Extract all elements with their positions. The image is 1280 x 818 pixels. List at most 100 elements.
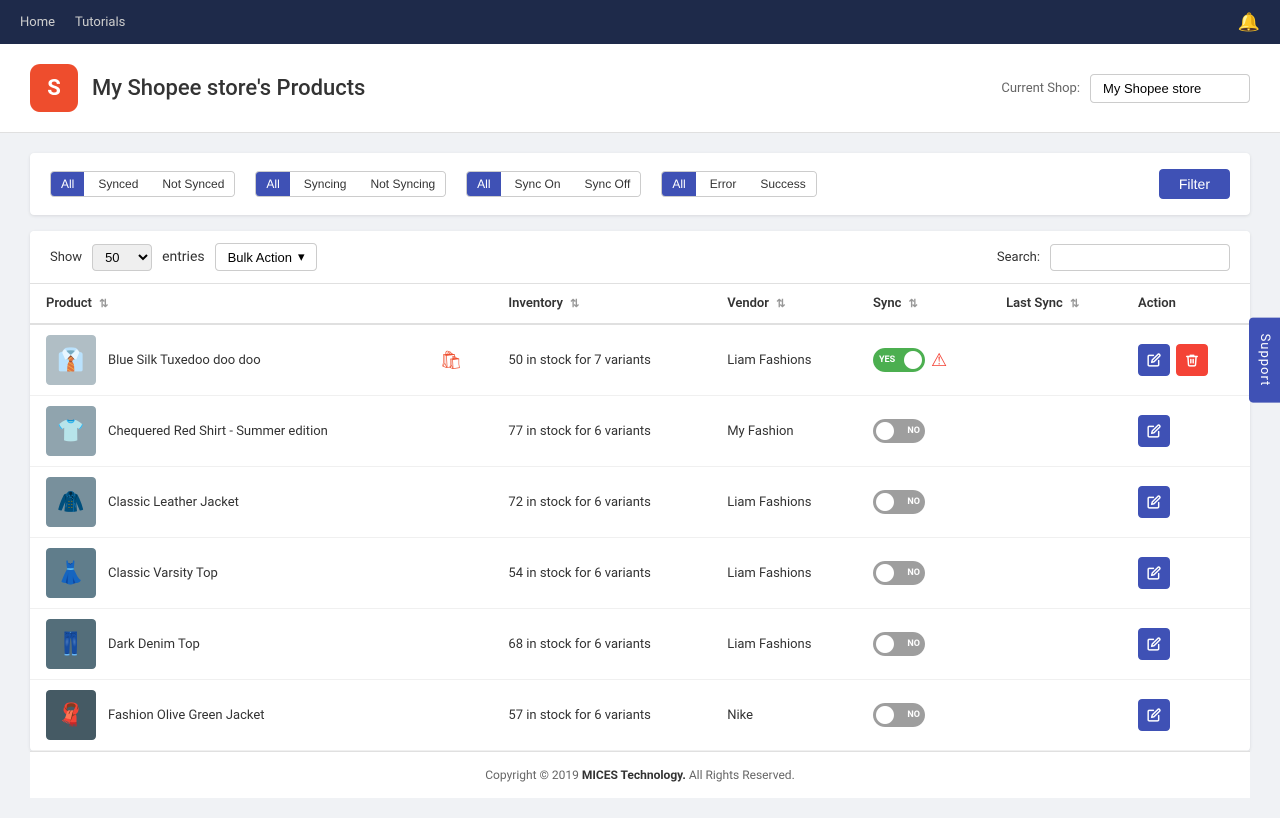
shopee-icon-cell xyxy=(424,680,493,751)
edit-button[interactable] xyxy=(1138,699,1170,731)
bell-icon[interactable]: 🔔 xyxy=(1238,12,1260,33)
delete-button[interactable] xyxy=(1176,344,1208,376)
filter-button[interactable]: Filter xyxy=(1159,169,1230,199)
current-shop-input[interactable] xyxy=(1090,74,1250,103)
action-cell xyxy=(1122,609,1250,680)
support-tab[interactable]: Support xyxy=(1249,318,1280,403)
vendor-cell: Liam Fashions xyxy=(711,538,857,609)
header-left: S My Shopee store's Products xyxy=(30,64,365,112)
sync-toggle[interactable]: NO xyxy=(873,419,925,443)
delete-icon xyxy=(1185,353,1199,367)
sync-cell: NO xyxy=(857,538,990,609)
edit-button[interactable] xyxy=(1138,557,1170,589)
filter-synced[interactable]: Synced xyxy=(88,172,148,196)
filter-not-synced[interactable]: Not Synced xyxy=(152,172,234,196)
product-image: 🧥 xyxy=(46,477,96,527)
action-buttons xyxy=(1138,415,1234,447)
action-cell xyxy=(1122,467,1250,538)
product-image: 👖 xyxy=(46,619,96,669)
action-buttons xyxy=(1138,628,1234,660)
nav-home[interactable]: Home xyxy=(20,15,55,30)
sync-toggle[interactable]: NO xyxy=(873,490,925,514)
edit-button[interactable] xyxy=(1138,415,1170,447)
action-buttons xyxy=(1138,557,1234,589)
product-name: Fashion Olive Green Jacket xyxy=(108,708,264,723)
table-row: 🧥 Classic Leather Jacket 72 in stock for… xyxy=(30,467,1250,538)
product-image: 👕 xyxy=(46,406,96,456)
action-buttons xyxy=(1138,344,1234,376)
last-sync-sort-icon[interactable]: ⇅ xyxy=(1070,297,1079,310)
footer: Copyright © 2019 MICES Technology. All R… xyxy=(30,751,1250,798)
main-content: All Synced Not Synced All Syncing Not Sy… xyxy=(0,133,1280,818)
shopee-icon-cell xyxy=(424,538,493,609)
vendor-cell: Liam Fashions xyxy=(711,609,857,680)
nav-links: Home Tutorials xyxy=(20,15,125,30)
sync-toggle[interactable]: YES xyxy=(873,348,925,372)
table-row: 👖 Dark Denim Top 68 in stock for 6 varia… xyxy=(30,609,1250,680)
sync-cell: NO xyxy=(857,609,990,680)
logo-letter: S xyxy=(47,76,61,101)
product-cell: 🧥 Classic Leather Jacket xyxy=(30,467,424,538)
table-row: 👗 Classic Varsity Top 54 in stock for 6 … xyxy=(30,538,1250,609)
sync-toggle[interactable]: NO xyxy=(873,703,925,727)
edit-icon xyxy=(1147,424,1161,438)
product-cell: 👕 Chequered Red Shirt - Summer edition xyxy=(30,396,424,467)
edit-button[interactable] xyxy=(1138,628,1170,660)
product-name: Chequered Red Shirt - Summer edition xyxy=(108,424,328,439)
filter-syncing[interactable]: Syncing xyxy=(294,172,357,196)
action-cell xyxy=(1122,538,1250,609)
action-cell xyxy=(1122,324,1250,396)
syncing-status-filter: All Syncing Not Syncing xyxy=(255,171,446,197)
filter-error[interactable]: Error xyxy=(700,172,747,196)
bulk-action-button[interactable]: Bulk Action ▾ xyxy=(215,243,318,271)
edit-button[interactable] xyxy=(1138,486,1170,518)
products-table-card: Show 50 25 100 entries Bulk Action ▾ Sea… xyxy=(30,231,1250,751)
table-row: 👕 Chequered Red Shirt - Summer edition 7… xyxy=(30,396,1250,467)
filter-all-sync[interactable]: All xyxy=(51,172,84,196)
filter-success[interactable]: Success xyxy=(750,172,815,196)
search-input[interactable] xyxy=(1050,244,1230,271)
vendor-sort-icon[interactable]: ⇅ xyxy=(776,297,785,310)
filter-all-syncing[interactable]: All xyxy=(256,172,289,196)
col-sync: Sync ⇅ xyxy=(857,284,990,324)
vendor-cell: Nike xyxy=(711,680,857,751)
action-cell xyxy=(1122,396,1250,467)
table-head: Product ⇅ Inventory ⇅ Vendor ⇅ Sync ⇅ xyxy=(30,284,1250,324)
vendor-cell: My Fashion xyxy=(711,396,857,467)
entries-select[interactable]: 50 25 100 xyxy=(92,244,152,271)
product-name: Classic Varsity Top xyxy=(108,566,218,581)
shopee-logo: S xyxy=(30,64,78,112)
shopee-icon-cell: 🛍 xyxy=(424,324,493,396)
sync-cell: NO xyxy=(857,467,990,538)
product-image: 🧣 xyxy=(46,690,96,740)
sync-toggle[interactable]: NO xyxy=(873,561,925,585)
action-cell xyxy=(1122,680,1250,751)
inventory-sort-icon[interactable]: ⇅ xyxy=(570,297,579,310)
filter-not-syncing[interactable]: Not Syncing xyxy=(360,172,445,196)
last-sync-cell xyxy=(990,609,1122,680)
filter-all-onoff[interactable]: All xyxy=(467,172,500,196)
sync-toggle[interactable]: NO xyxy=(873,632,925,656)
edit-button[interactable] xyxy=(1138,344,1170,376)
last-sync-cell xyxy=(990,396,1122,467)
product-cell: 🧣 Fashion Olive Green Jacket xyxy=(30,680,424,751)
filter-all-error[interactable]: All xyxy=(662,172,695,196)
sync-onoff-filter: All Sync On Sync Off xyxy=(466,171,641,197)
inventory-cell: 57 in stock for 6 variants xyxy=(492,680,711,751)
sync-sort-icon[interactable]: ⇅ xyxy=(909,297,918,310)
filter-sync-off[interactable]: Sync Off xyxy=(575,172,641,196)
last-sync-cell xyxy=(990,680,1122,751)
product-sort-icon[interactable]: ⇅ xyxy=(99,297,108,310)
product-name: Blue Silk Tuxedoo doo doo xyxy=(108,353,261,368)
product-image: 👗 xyxy=(46,548,96,598)
vendor-cell: Liam Fashions xyxy=(711,324,857,396)
table-controls: Show 50 25 100 entries Bulk Action ▾ Sea… xyxy=(30,231,1250,284)
shopee-bag-icon: 🛍 xyxy=(440,350,463,371)
col-product: Product ⇅ xyxy=(30,284,424,324)
filter-sync-on[interactable]: Sync On xyxy=(505,172,571,196)
error-status-filter: All Error Success xyxy=(661,171,816,197)
nav-tutorials[interactable]: Tutorials xyxy=(75,15,125,30)
last-sync-cell xyxy=(990,538,1122,609)
page-header: S My Shopee store's Products Current Sho… xyxy=(0,44,1280,133)
inventory-cell: 54 in stock for 6 variants xyxy=(492,538,711,609)
